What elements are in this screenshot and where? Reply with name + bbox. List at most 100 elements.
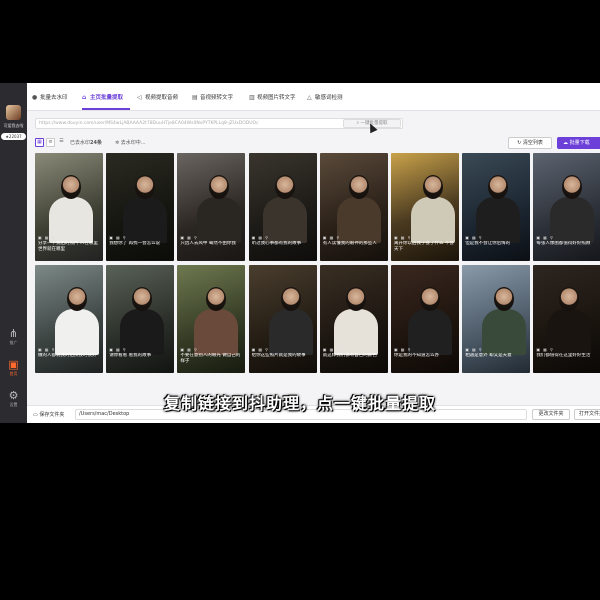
open-icon[interactable]: ⚲ <box>408 347 411 352</box>
points-badge: ★22037 <box>1 133 26 140</box>
open-icon[interactable]: ⚲ <box>265 235 268 240</box>
open-icon[interactable]: ⚲ <box>479 235 482 240</box>
open-icon[interactable]: ⚲ <box>336 347 339 352</box>
thumbnail-figure-head <box>67 287 87 311</box>
tab-watermark-removal[interactable]: ● 批量去水印 <box>32 93 68 103</box>
copy-icon[interactable]: ▦ <box>543 235 547 240</box>
card-controls: ▣ ▦ ⚲ <box>323 235 385 240</box>
card-controls: ▣ ▦ ⚲ <box>536 347 598 352</box>
video-subtitle: 复制链接到抖助理，点一键批量提取 <box>163 394 436 413</box>
video-caption: 就这样我们都有自己的颜色 <box>322 353 377 358</box>
image-icon[interactable]: ▣ <box>323 235 327 240</box>
batch-download-button[interactable]: ☁ 批量下载 <box>557 137 600 149</box>
view-list-icon[interactable]: ≡ <box>46 138 55 147</box>
video-caption: 每张人像图都值得好好照顾 <box>536 241 591 246</box>
open-icon[interactable]: ⚲ <box>52 235 55 240</box>
open-icon[interactable]: ⚲ <box>408 235 411 240</box>
image-icon[interactable]: ▣ <box>465 347 469 352</box>
copy-icon[interactable]: ▦ <box>116 347 120 352</box>
avatar[interactable] <box>6 105 21 120</box>
video-card[interactable]: ▣ ▦ ⚲ 做的人都说我的拍照技巧很好 <box>35 265 103 373</box>
video-frame: 可爱我去啦 ★22037 ⋔ 推广 ▣ 首页 ⚙ 设置 ● 批量去水印 ⌂ 主页批量… <box>0 0 600 600</box>
video-card[interactable]: ▣ ▦ ⚲ 每张人像图都值得好好照顾 <box>533 153 600 261</box>
video-card[interactable]: ▣ ▦ ⚲ 只因人去风中 蓦然不由你我 <box>177 153 246 261</box>
video-card[interactable]: ▣ ▦ ⚲ 我们都值得在这里好好生活 <box>533 265 600 373</box>
video-card[interactable]: ▣ ▦ ⚲ 听过我心事都有我的故事 <box>248 153 317 261</box>
copy-icon[interactable]: ▦ <box>45 347 49 352</box>
tab-homepage-extract[interactable]: ⌂ 主页批量提取 <box>82 93 123 103</box>
open-icon[interactable]: ⚲ <box>479 347 482 352</box>
image-icon[interactable]: ▣ <box>38 347 42 352</box>
menu-icon[interactable]: ☰ <box>57 138 66 147</box>
image-icon[interactable]: ▣ <box>536 347 540 352</box>
video-card[interactable]: ▣ ▦ ⚲ 有人读懂我的眼神的那些人 <box>319 153 388 261</box>
tab-av-to-text[interactable]: ▤ 音视频转文字 <box>192 93 233 103</box>
copy-icon[interactable]: ▦ <box>187 347 191 352</box>
copy-icon[interactable]: ▦ <box>116 235 120 240</box>
thumbnail-figure-head <box>280 287 301 311</box>
video-card[interactable]: ▣ ▦ ⚲ 不要在意别人的眼光 做自己的样子 <box>177 265 246 373</box>
open-icon[interactable]: ⚲ <box>336 235 339 240</box>
video-caption: 但是我不会让你后悔的 <box>465 241 511 246</box>
copy-icon[interactable]: ▦ <box>401 347 405 352</box>
copy-icon[interactable]: ▦ <box>45 235 49 240</box>
video-card[interactable]: ▣ ▦ ⚲ 离开你以后我学会了什么 不会天下 <box>391 153 459 261</box>
image-icon[interactable]: ▣ <box>252 235 256 240</box>
tab-image-to-text[interactable]: ▥ 视频图片转文字 <box>249 93 296 103</box>
video-card[interactable]: ▣ ▦ ⚲ 但是我不会让你后悔的 <box>462 153 531 261</box>
image-icon[interactable]: ▣ <box>536 235 540 240</box>
card-controls: ▣ ▦ ⚲ <box>252 235 314 240</box>
image-icon[interactable]: ▣ <box>38 235 42 240</box>
image-icon[interactable]: ▣ <box>465 235 469 240</box>
open-icon[interactable]: ⚲ <box>194 235 197 240</box>
video-card[interactable]: ▣ ▦ ⚲ 请你看看 看我的故事 <box>106 265 175 373</box>
open-icon[interactable]: ⚲ <box>550 347 553 352</box>
open-icon[interactable]: ⚲ <box>194 347 197 352</box>
video-caption: 有人读懂我的眼神的那些人 <box>322 241 377 246</box>
card-controls: ▣ ▦ ⚲ <box>38 347 100 352</box>
image-icon[interactable]: ▣ <box>109 235 113 240</box>
video-card[interactable]: ▣ ▦ ⚲ 给你这些照片就是我的故事 <box>248 265 317 373</box>
video-caption: 你是我的不知道怎么办 <box>394 353 439 358</box>
copy-icon[interactable]: ▦ <box>330 235 334 240</box>
play-circle-icon: ● <box>32 94 38 101</box>
copy-icon[interactable]: ▦ <box>258 235 262 240</box>
card-controls: ▣ ▦ ⚲ <box>180 347 242 352</box>
open-icon[interactable]: ⚲ <box>265 347 268 352</box>
open-icon[interactable]: ⚲ <box>123 235 126 240</box>
video-card[interactable]: ▣ ▦ ⚲ 我想你了 再找一会怎么说 <box>106 153 175 261</box>
sidebar-item-home[interactable]: ▣ 首页 <box>0 359 27 377</box>
video-card[interactable]: ▣ ▦ ⚲ 相遇是意外 却又是天意 <box>462 265 531 373</box>
image-icon[interactable]: ▣ <box>180 235 184 240</box>
card-controls: ▣ ▦ ⚲ <box>323 347 385 352</box>
card-controls: ▣ ▦ ⚲ <box>109 235 171 240</box>
clear-list-button[interactable]: ↻ 清空列表 <box>508 137 552 149</box>
sidebar-item-promote[interactable]: ⋔ 推广 <box>0 328 27 346</box>
image-icon[interactable]: ▣ <box>252 347 256 352</box>
thumbnail-figure-head <box>61 175 81 199</box>
copy-icon[interactable]: ▦ <box>330 347 334 352</box>
open-icon[interactable]: ⚲ <box>52 347 55 352</box>
copy-icon[interactable]: ▦ <box>258 347 262 352</box>
copy-icon[interactable]: ▦ <box>401 235 405 240</box>
copy-icon[interactable]: ▦ <box>543 347 547 352</box>
image-icon[interactable]: ▣ <box>323 347 327 352</box>
card-controls: ▣ ▦ ⚲ <box>180 235 242 240</box>
open-icon[interactable]: ⚲ <box>550 235 553 240</box>
card-controls: ▣ ▦ ⚲ <box>109 347 171 352</box>
copy-icon[interactable]: ▦ <box>472 235 476 240</box>
video-card[interactable]: ▣ ▦ ⚲ 分享一下我拍的照片 人在哪里 世界就在哪里 <box>35 153 103 261</box>
tab-extract-audio[interactable]: ◁ 视频提取音频 <box>137 93 178 103</box>
copy-icon[interactable]: ▦ <box>187 235 191 240</box>
image-icon[interactable]: ▣ <box>109 347 113 352</box>
image-icon[interactable]: ▣ <box>394 235 398 240</box>
video-caption: 分享一下我拍的照片 人在哪里 世界就在哪里 <box>38 241 98 252</box>
tab-sensitive-words[interactable]: △ 敏感词检测 <box>307 93 343 103</box>
image-icon[interactable]: ▣ <box>394 347 398 352</box>
view-grid-icon[interactable]: ▦ <box>35 138 44 147</box>
copy-icon[interactable]: ▦ <box>472 347 476 352</box>
video-card[interactable]: ▣ ▦ ⚲ 你是我的不知道怎么办 <box>391 265 459 373</box>
open-icon[interactable]: ⚲ <box>123 347 126 352</box>
image-icon[interactable]: ▣ <box>180 347 184 352</box>
video-card[interactable]: ▣ ▦ ⚲ 就这样我们都有自己的颜色 <box>319 265 388 373</box>
